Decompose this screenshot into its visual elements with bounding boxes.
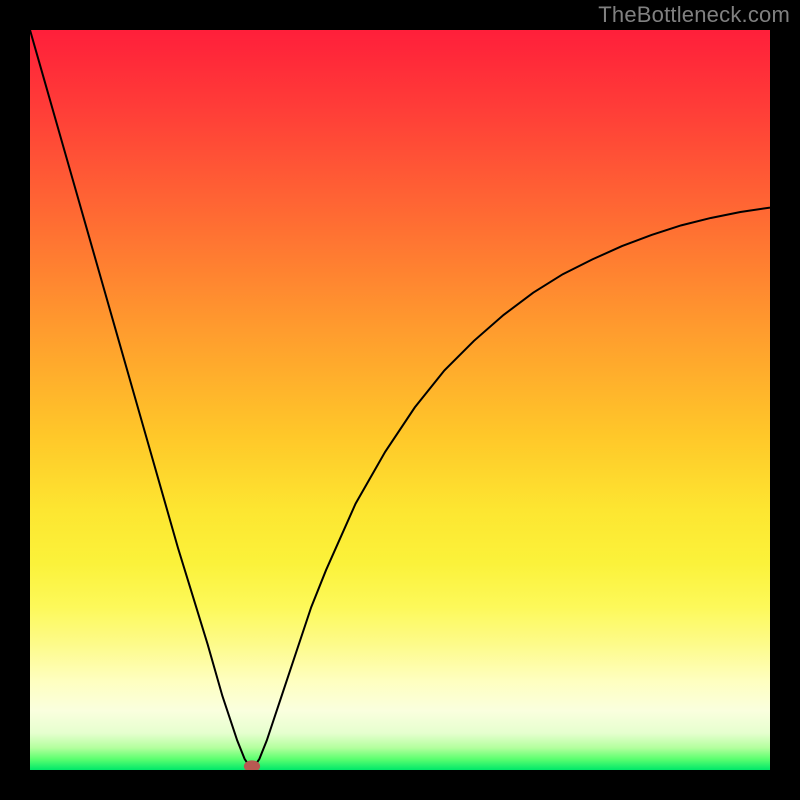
chart-frame: TheBottleneck.com bbox=[0, 0, 800, 800]
plot-area bbox=[30, 30, 770, 770]
watermark-text: TheBottleneck.com bbox=[598, 2, 790, 28]
curve-path bbox=[30, 30, 770, 770]
bottleneck-curve-svg bbox=[30, 30, 770, 770]
